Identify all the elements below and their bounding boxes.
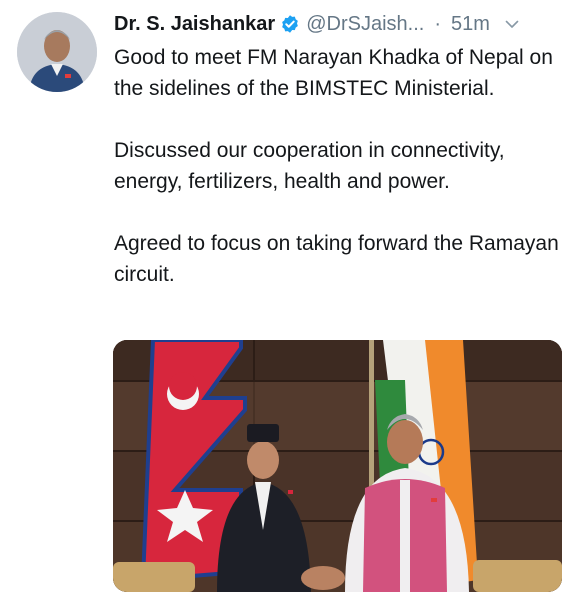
author-handle[interactable]: @DrSJaish... <box>306 13 424 36</box>
timestamp[interactable]: 51m <box>451 13 490 36</box>
photo-image <box>113 340 562 592</box>
tweet-photo[interactable] <box>113 340 562 592</box>
author-avatar[interactable] <box>17 12 97 92</box>
tweet-card[interactable]: Dr. S. Jaishankar @DrSJaish... · 51m Goo… <box>0 0 579 600</box>
tweet-paragraph: Good to meet FM Narayan Khadka of Nepal … <box>114 46 553 100</box>
tweet-paragraph: Agreed to focus on taking forward the Ra… <box>114 232 559 286</box>
meta-separator: · <box>434 12 441 35</box>
verified-badge-icon <box>282 15 299 33</box>
chevron-down-icon[interactable] <box>504 16 520 32</box>
tweet-header: Dr. S. Jaishankar @DrSJaish... · 51m <box>114 10 565 38</box>
author-name[interactable]: Dr. S. Jaishankar <box>114 13 275 36</box>
tweet-paragraph: Discussed our cooperation in connectivit… <box>114 139 505 193</box>
tweet-text: Good to meet FM Narayan Khadka of Nepal … <box>114 42 564 290</box>
avatar-image <box>17 12 97 92</box>
